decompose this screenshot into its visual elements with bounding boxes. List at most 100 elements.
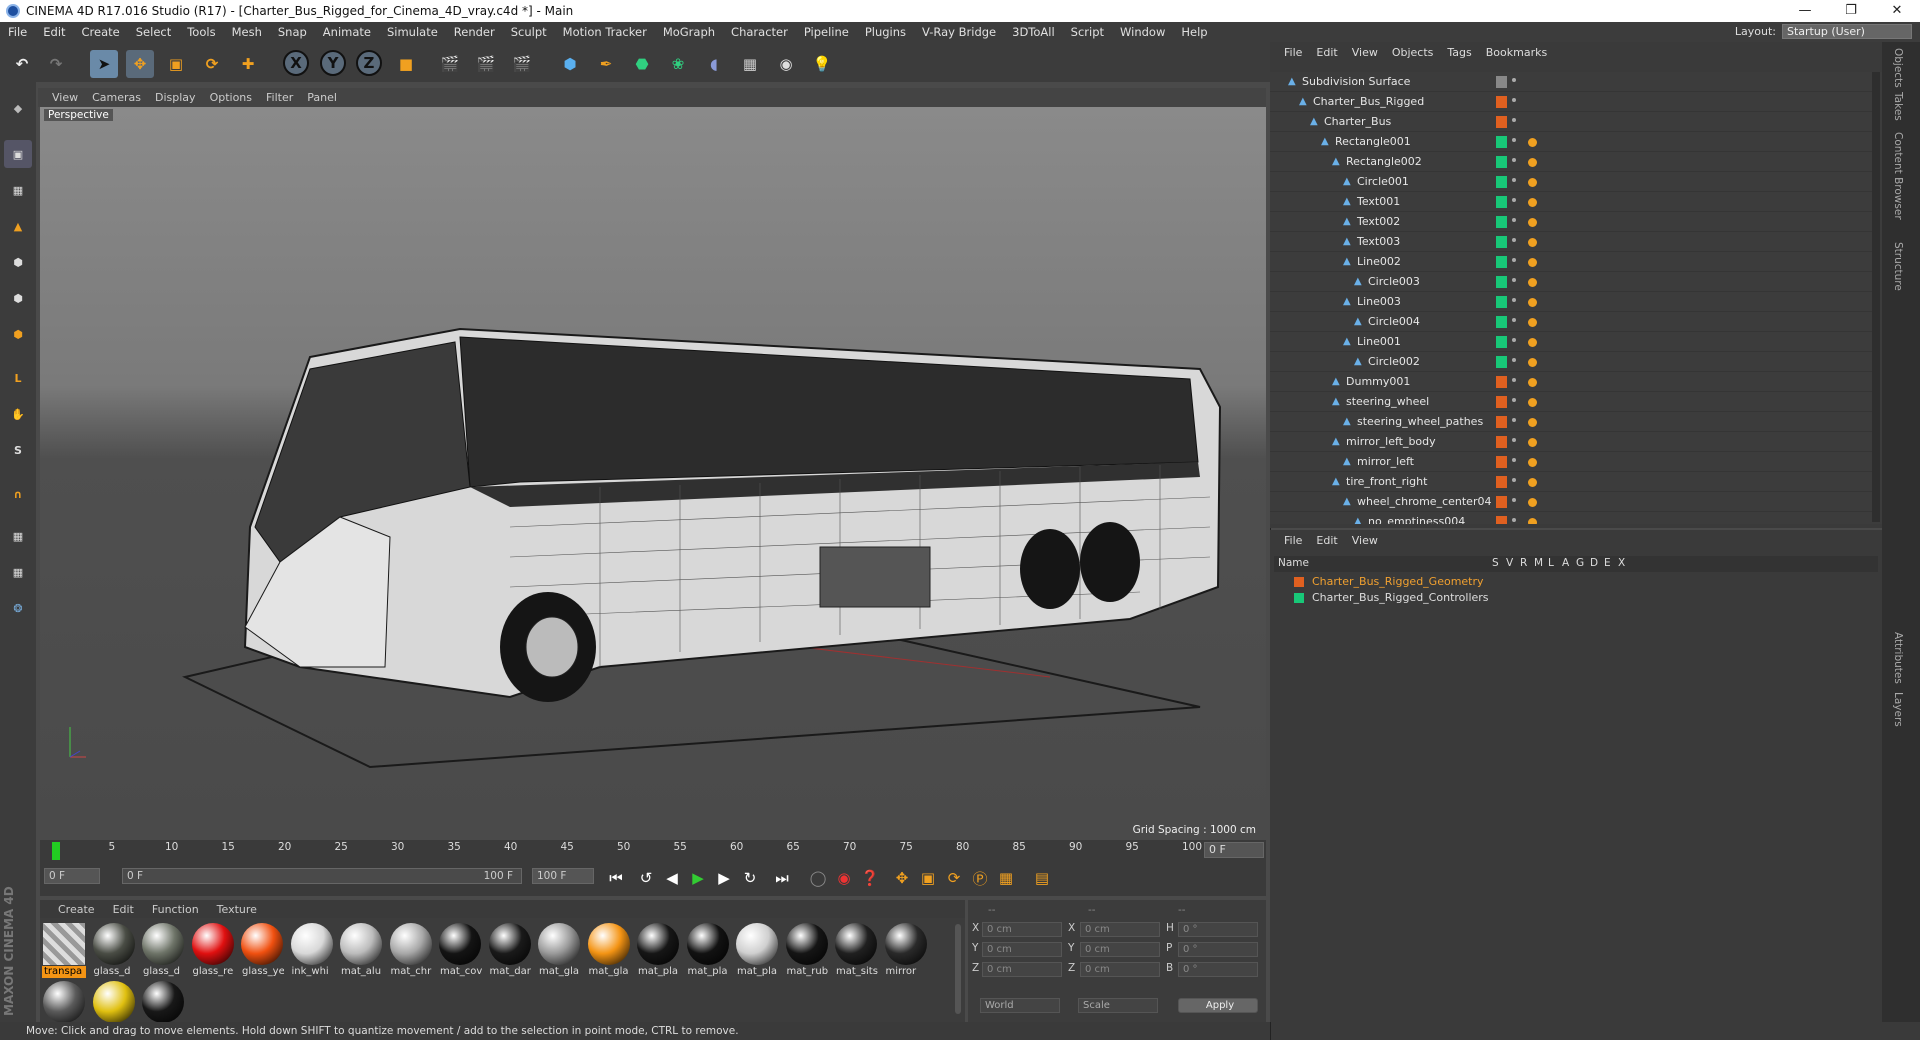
subdivision-surface-icon[interactable]: ⬣ xyxy=(628,50,656,78)
axis-mode-icon[interactable]: L xyxy=(4,364,32,392)
side-tab[interactable]: Objects xyxy=(1892,48,1904,88)
layer-color-chip[interactable] xyxy=(1496,76,1507,88)
visibility-dot[interactable] xyxy=(1512,178,1516,182)
side-tab[interactable]: Attributes xyxy=(1892,632,1904,684)
menu-item[interactable]: Tools xyxy=(179,25,223,39)
material-swatch[interactable]: transpa xyxy=(42,922,86,978)
material-swatch[interactable]: mat_alu xyxy=(339,922,383,978)
layer-color-chip[interactable] xyxy=(1496,436,1507,448)
viewport-menu-item[interactable]: Filter xyxy=(266,91,293,104)
layer-color-chip[interactable] xyxy=(1496,416,1507,428)
material-menu-item[interactable]: Texture xyxy=(217,903,257,916)
layer-column-header[interactable]: X xyxy=(1618,557,1625,569)
tag-icon[interactable] xyxy=(1528,398,1537,407)
workplane-icon[interactable]: ▲ xyxy=(4,212,32,240)
previous-key-icon[interactable]: ↺ xyxy=(634,865,658,891)
layer-column-header[interactable]: A xyxy=(1562,557,1569,569)
layer-color-chip[interactable] xyxy=(1496,96,1507,108)
menu-item[interactable]: Simulate xyxy=(379,25,446,39)
coord-size-field[interactable]: 0 cm xyxy=(1080,942,1160,957)
tag-icon[interactable] xyxy=(1528,438,1537,447)
object-row[interactable]: ▲ Subdivision Surface xyxy=(1270,72,1880,92)
material-swatch[interactable]: mat_pla xyxy=(735,922,779,978)
go-to-start-icon[interactable]: ⏮ xyxy=(604,865,628,891)
layer-color-chip[interactable] xyxy=(1496,156,1507,168)
timeline-ruler[interactable]: 0510152025303540455055606570758085909510… xyxy=(40,840,1266,862)
light-icon[interactable]: 💡 xyxy=(808,50,836,78)
layer-column-header[interactable]: E xyxy=(1604,557,1611,569)
menu-item[interactable]: Edit xyxy=(35,25,73,39)
model-mode-icon[interactable]: ▣ xyxy=(4,140,32,168)
layer-menu-item[interactable]: View xyxy=(1352,534,1378,547)
visibility-dot[interactable] xyxy=(1512,218,1516,222)
viewport[interactable]: Perspective Grid Spacing: 1000 cm xyxy=(40,107,1266,840)
points-mode-icon[interactable]: ⬢ xyxy=(4,248,32,276)
pen-spline-icon[interactable]: ✒ xyxy=(592,50,620,78)
edges-mode-icon[interactable]: ⬢ xyxy=(4,284,32,312)
side-tab[interactable]: Content Browser xyxy=(1892,132,1904,220)
menu-item[interactable]: Script xyxy=(1063,25,1112,39)
material-swatch[interactable]: mirror xyxy=(884,922,928,978)
tag-icon[interactable] xyxy=(1528,518,1537,524)
layer-column-header[interactable]: L xyxy=(1548,557,1554,569)
visibility-dot[interactable] xyxy=(1512,78,1516,82)
layer-menu-item[interactable]: File xyxy=(1284,534,1302,547)
coord-size-mode-dropdown[interactable]: Scale xyxy=(1078,998,1158,1013)
layer-row[interactable]: Charter_Bus_Rigged_Controllers xyxy=(1274,590,1878,606)
key-pla-icon[interactable]: ▦ xyxy=(994,865,1018,891)
layer-column-header[interactable]: G xyxy=(1576,557,1584,569)
menu-item[interactable]: Pipeline xyxy=(796,25,857,39)
go-to-end-icon[interactable]: ⏭ xyxy=(770,865,794,891)
render-settings-icon[interactable]: 🎬 xyxy=(508,50,536,78)
layer-color-chip[interactable] xyxy=(1496,296,1507,308)
material-menu-item[interactable]: Function xyxy=(152,903,199,916)
tweak-mode-icon[interactable]: ✋ xyxy=(4,400,32,428)
visibility-dot[interactable] xyxy=(1512,518,1516,522)
layer-column-header[interactable]: S xyxy=(1492,557,1499,569)
move-tool-icon[interactable]: ✥ xyxy=(126,50,154,78)
key-scale-icon[interactable]: ▣ xyxy=(916,865,940,891)
object-row[interactable]: ▲ Line002 xyxy=(1270,252,1880,272)
object-row[interactable]: ▲ Circle001 xyxy=(1270,172,1880,192)
tag-icon[interactable] xyxy=(1528,358,1537,367)
tag-icon[interactable] xyxy=(1528,278,1537,287)
visibility-dot[interactable] xyxy=(1512,438,1516,442)
record-keys-icon[interactable]: ◯ xyxy=(806,865,830,891)
material-swatch[interactable]: mat_cov xyxy=(438,922,482,978)
tag-icon[interactable] xyxy=(1528,458,1537,467)
render-picture-viewer-icon[interactable]: 🎬 xyxy=(472,50,500,78)
visibility-dot[interactable] xyxy=(1512,418,1516,422)
object-row[interactable]: ▲ Text002 xyxy=(1270,212,1880,232)
material-menu-item[interactable]: Edit xyxy=(113,903,134,916)
object-row[interactable]: ▲ Dummy001 xyxy=(1270,372,1880,392)
visibility-dot[interactable] xyxy=(1512,158,1516,162)
coord-position-field[interactable]: 0 cm xyxy=(982,962,1062,977)
redo-icon[interactable]: ↷ xyxy=(42,50,70,78)
object-menu-item[interactable]: Objects xyxy=(1392,46,1434,59)
magnet-icon[interactable]: ∩ xyxy=(4,480,32,508)
object-row[interactable]: ▲ Circle002 xyxy=(1270,352,1880,372)
planar-workplane-icon[interactable]: ▦ xyxy=(4,558,32,586)
layer-color-chip[interactable] xyxy=(1496,276,1507,288)
apply-button[interactable]: Apply xyxy=(1178,998,1258,1013)
menu-item[interactable]: Plugins xyxy=(857,25,914,39)
menu-item[interactable]: Snap xyxy=(270,25,315,39)
tag-icon[interactable] xyxy=(1528,338,1537,347)
visibility-dot[interactable] xyxy=(1512,198,1516,202)
layer-color-chip[interactable] xyxy=(1496,176,1507,188)
visibility-dot[interactable] xyxy=(1512,98,1516,102)
object-menu-item[interactable]: File xyxy=(1284,46,1302,59)
next-frame-icon[interactable]: ▶ xyxy=(712,865,736,891)
tag-icon[interactable] xyxy=(1528,198,1537,207)
visibility-dot[interactable] xyxy=(1512,258,1516,262)
layer-color-chip[interactable] xyxy=(1496,216,1507,228)
menu-item[interactable]: V-Ray Bridge xyxy=(914,25,1004,39)
tag-icon[interactable] xyxy=(1528,498,1537,507)
visibility-dot[interactable] xyxy=(1512,398,1516,402)
restore-icon[interactable]: ❐ xyxy=(1828,0,1874,22)
snap-icon[interactable]: S xyxy=(4,436,32,464)
menu-item[interactable]: Mesh xyxy=(224,25,270,39)
python-icon[interactable]: ❂ xyxy=(4,594,32,622)
menu-item[interactable]: MoGraph xyxy=(655,25,723,39)
visibility-dot[interactable] xyxy=(1512,238,1516,242)
